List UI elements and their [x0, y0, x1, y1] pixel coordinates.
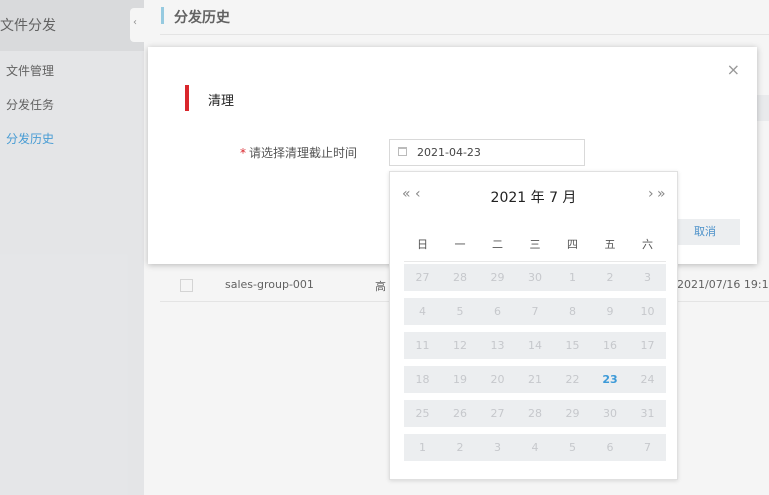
datepicker-day[interactable]: 11 [404, 332, 441, 359]
datepicker-week-row: 18 19 20 21 22 23 24 [404, 366, 666, 393]
next-year-icon[interactable]: » [657, 186, 665, 202]
datepicker-day[interactable]: 30 [517, 264, 554, 291]
cancel-button[interactable]: 取消 [670, 219, 740, 245]
datepicker-day[interactable]: 20 [479, 366, 516, 393]
datepicker-week-row: 27 28 29 30 1 2 3 [404, 264, 666, 291]
datepicker-day[interactable]: 2 [442, 434, 479, 461]
weekday-label: 二 [492, 238, 503, 251]
next-month-icon[interactable]: › [648, 186, 653, 202]
datepicker-day[interactable]: 3 [629, 264, 666, 291]
datepicker-caption[interactable]: 2021 年 7 月 [390, 187, 677, 207]
datepicker-day[interactable]: 27 [404, 264, 441, 291]
datepicker-day[interactable]: 3 [479, 434, 516, 461]
weekday-label: 五 [604, 238, 616, 251]
datepicker-day[interactable]: 23 [592, 366, 629, 393]
modal-title-accent [185, 85, 189, 111]
date-value: 2021-04-23 [417, 146, 481, 159]
datepicker-day[interactable]: 31 [629, 400, 666, 427]
datepicker-day[interactable]: 22 [554, 366, 591, 393]
datepicker-day[interactable]: 8 [554, 298, 591, 325]
datepicker-day[interactable]: 21 [517, 366, 554, 393]
weekday-header: 日 一 二 三 四 五 六 [404, 236, 666, 252]
datepicker-day[interactable]: 1 [554, 264, 591, 291]
datepicker-day[interactable]: 28 [517, 400, 554, 427]
datepicker-day[interactable]: 2 [592, 264, 629, 291]
deadline-date-input[interactable]: 2021-04-23 [389, 139, 585, 166]
datepicker-day[interactable]: 9 [592, 298, 629, 325]
datepicker-day[interactable]: 17 [629, 332, 666, 359]
datepicker-week-row: 11 12 13 14 15 16 17 [404, 332, 666, 359]
datepicker-day[interactable]: 29 [479, 264, 516, 291]
datepicker-day[interactable]: 5 [554, 434, 591, 461]
datepicker-day[interactable]: 13 [479, 332, 516, 359]
datepicker-day[interactable]: 16 [592, 332, 629, 359]
datepicker-day[interactable]: 18 [404, 366, 441, 393]
datepicker-week-row: 4 5 6 7 8 9 10 [404, 298, 666, 325]
datepicker-day[interactable]: 1 [404, 434, 441, 461]
datepicker-day[interactable]: 7 [517, 298, 554, 325]
datepicker-day[interactable]: 5 [442, 298, 479, 325]
deadline-field-label-text: 请选择清理截止时间 [249, 146, 358, 160]
calendar-icon [398, 147, 407, 156]
required-mark: * [240, 146, 246, 160]
datepicker-week-row: 1234567 [404, 434, 666, 461]
deadline-field-label: * 请选择清理截止时间 [240, 144, 357, 161]
datepicker-day[interactable]: 27 [479, 400, 516, 427]
weekday-label: 四 [567, 238, 578, 251]
modal-title: 清理 [208, 94, 235, 109]
datepicker-day[interactable]: 29 [554, 400, 591, 427]
weekday-label: 一 [454, 238, 466, 251]
datepicker-day[interactable]: 12 [442, 332, 479, 359]
datepicker-popup: « ‹ 2021 年 7 月 › » 日 一 二 三 四 五 六 27 28 29 3… [389, 171, 678, 480]
datepicker-day[interactable]: 10 [629, 298, 666, 325]
datepicker-day[interactable]: 15 [554, 332, 591, 359]
datepicker-day[interactable]: 19 [442, 366, 479, 393]
datepicker-day[interactable]: 25 [404, 400, 441, 427]
weekday-label: 三 [529, 238, 541, 251]
datepicker-divider [404, 261, 666, 262]
close-icon[interactable]: × [727, 62, 740, 78]
weekday-label: 日 [417, 238, 428, 251]
datepicker-day[interactable]: 24 [629, 366, 666, 393]
weekday-label: 六 [642, 238, 653, 251]
datepicker-day[interactable]: 26 [442, 400, 479, 427]
datepicker-week-row: 25 26 27 28 29 30 31 [404, 400, 666, 427]
datepicker-day[interactable]: 14 [517, 332, 554, 359]
datepicker-day[interactable]: 30 [592, 400, 629, 427]
datepicker-day[interactable]: 7 [629, 434, 666, 461]
datepicker-day[interactable]: 28 [442, 264, 479, 291]
datepicker-day[interactable]: 4 [517, 434, 554, 461]
datepicker-day[interactable]: 6 [592, 434, 629, 461]
datepicker-day[interactable]: 4 [404, 298, 441, 325]
datepicker-day[interactable]: 6 [479, 298, 516, 325]
